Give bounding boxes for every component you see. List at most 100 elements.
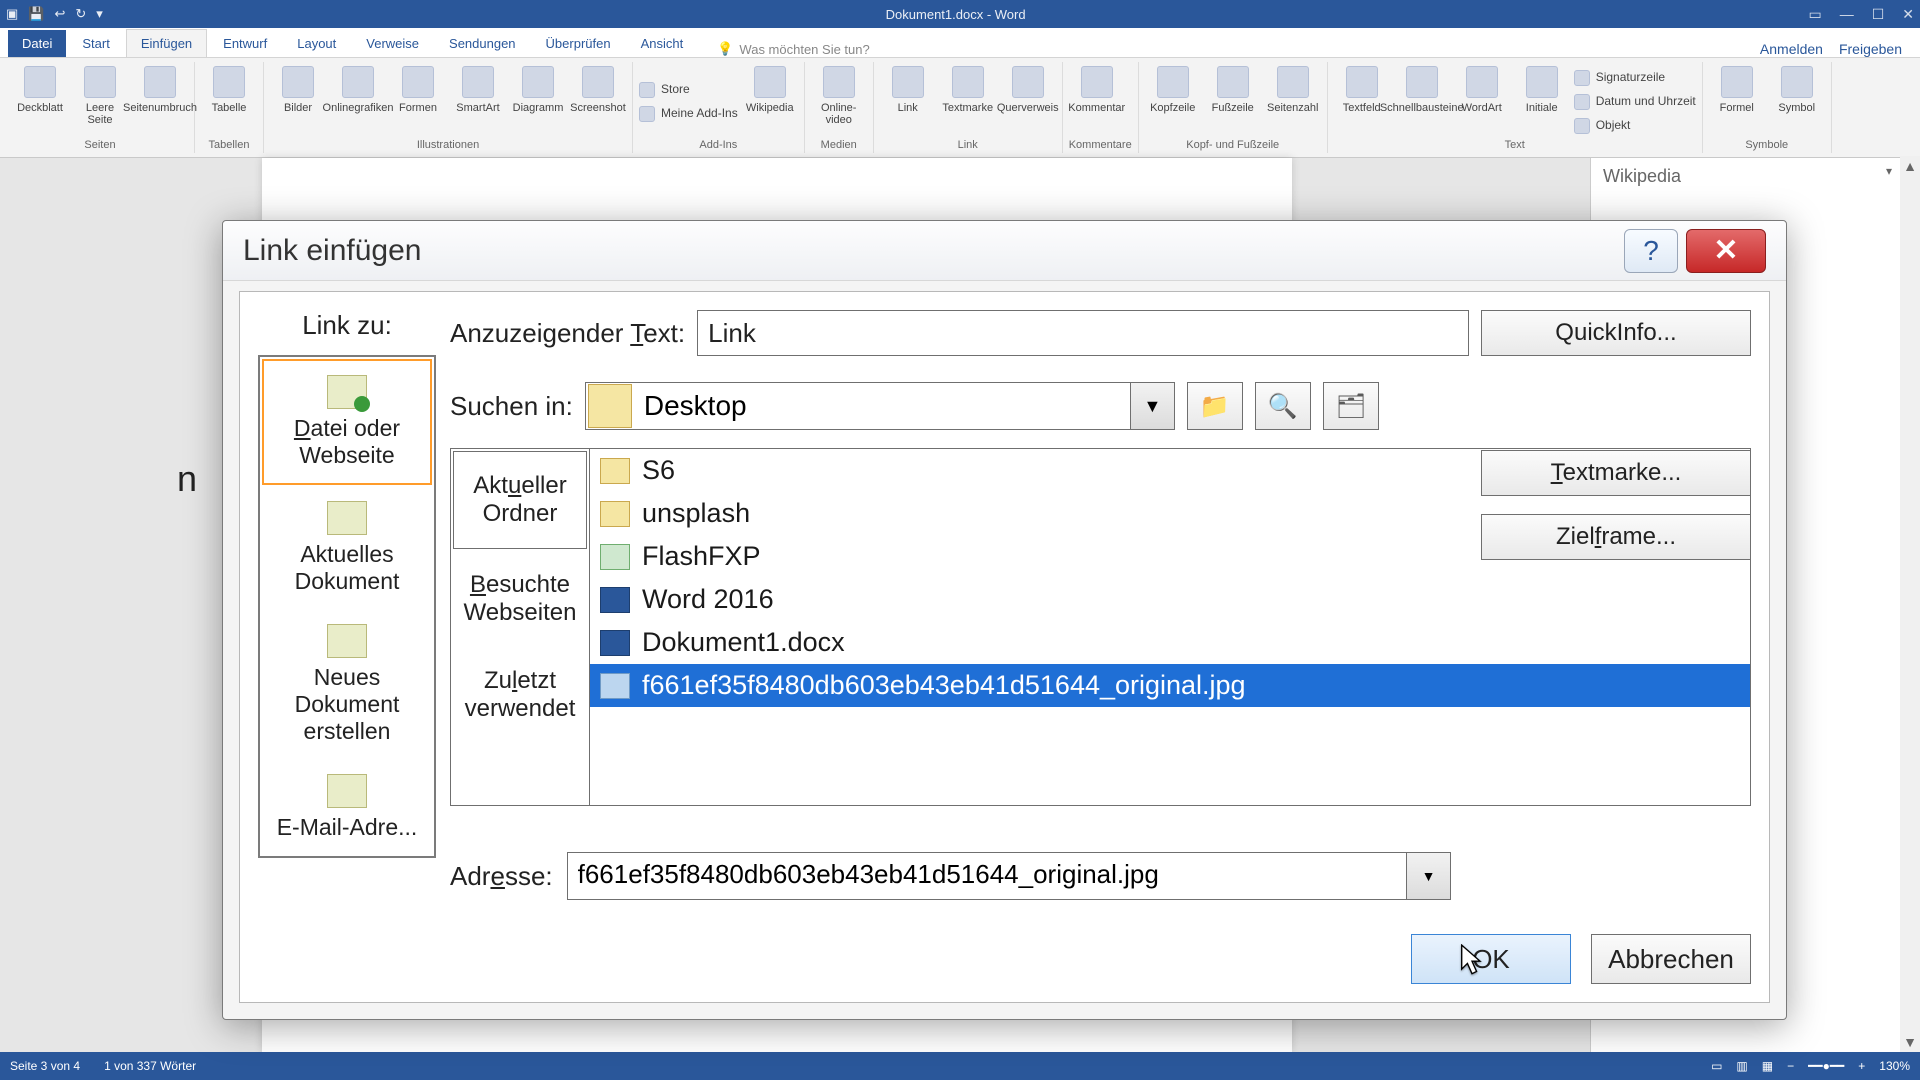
file-item-selected[interactable]: f661ef35f8480db603eb43eb41d51644_origina… [590, 664, 1750, 707]
file-item[interactable]: Dokument1.docx [590, 621, 1750, 664]
dropcap-icon [1526, 66, 1558, 98]
undo-icon[interactable]: ↩ [54, 6, 65, 22]
address-combo[interactable]: f661ef35f8480db603eb43eb41d51644_origina… [567, 852, 1451, 900]
datetime-button[interactable]: Datum und Uhrzeit [1574, 89, 1696, 111]
redo-icon[interactable]: ↻ [75, 6, 86, 22]
cancel-button[interactable]: Abbrechen [1591, 934, 1751, 984]
up-folder-button[interactable]: 📁 [1187, 382, 1243, 430]
view-print-icon[interactable]: ▥ [1736, 1059, 1747, 1073]
header-icon [1157, 66, 1189, 98]
sign-in-link[interactable]: Anmelden [1760, 41, 1823, 57]
browse-file-button[interactable]: 🗂 [1323, 382, 1379, 430]
subtab-browsed-pages[interactable]: Besuchte Webseiten [451, 551, 589, 647]
new-doc-icon [327, 624, 367, 658]
crossref-icon [1012, 66, 1044, 98]
dialog-close-button[interactable]: ✕ [1686, 229, 1766, 273]
share-button[interactable]: Freigeben [1839, 41, 1902, 57]
word-icon: ▣ [6, 6, 18, 22]
subtab-recent-files[interactable]: Zuletzt verwendet [451, 647, 589, 743]
pictures-button[interactable]: Bilder [270, 62, 326, 137]
quickparts-button[interactable]: Schnellbausteine [1394, 62, 1450, 137]
zoom-level[interactable]: 130% [1879, 1059, 1910, 1073]
pane-options-icon[interactable]: ▾ [1886, 164, 1892, 178]
bookmark-button[interactable]: Textmarke [940, 62, 996, 137]
link-button[interactable]: Link [880, 62, 936, 137]
vertical-scrollbar[interactable]: ▲ ▼ [1900, 156, 1920, 1052]
group-addins-label: Add-Ins [639, 137, 798, 153]
page-break-button[interactable]: Seitenumbruch [132, 62, 188, 137]
online-pictures-button[interactable]: Onlinegrafiken [330, 62, 386, 137]
browse-web-button[interactable]: 🔍 [1255, 382, 1311, 430]
save-icon[interactable]: 💾 [28, 6, 44, 22]
tab-review[interactable]: Überprüfen [532, 30, 625, 57]
tab-references[interactable]: Verweise [352, 30, 433, 57]
header-button[interactable]: Kopfzeile [1145, 62, 1201, 137]
symbol-button[interactable]: Symbol [1769, 62, 1825, 137]
wordart-button[interactable]: WordArt [1454, 62, 1510, 137]
tab-design[interactable]: Entwurf [209, 30, 281, 57]
textbox-button[interactable]: Textfeld [1334, 62, 1390, 137]
chevron-down-icon[interactable]: ▼ [1130, 383, 1174, 429]
footer-button[interactable]: Fußzeile [1205, 62, 1261, 137]
file-item[interactable]: Word 2016 [590, 578, 1750, 621]
maximize-icon[interactable]: ☐ [1872, 6, 1885, 23]
pagenum-button[interactable]: Seitenzahl [1265, 62, 1321, 137]
view-readmode-icon[interactable]: ▭ [1711, 1059, 1722, 1073]
chevron-down-icon[interactable]: ▼ [1406, 853, 1450, 899]
dropcap-button[interactable]: Initiale [1514, 62, 1570, 137]
scroll-up-icon[interactable]: ▲ [1900, 156, 1920, 176]
close-window-icon[interactable]: ✕ [1902, 6, 1914, 23]
page-indicator[interactable]: Seite 3 von 4 [10, 1059, 80, 1073]
search-in-combo[interactable]: Desktop ▼ [585, 382, 1175, 430]
bookmark-dialog-button[interactable]: Textmarke... [1481, 450, 1751, 496]
blank-page-button[interactable]: Leere Seite [72, 62, 128, 137]
target-frame-button[interactable]: Zielframe... [1481, 514, 1751, 560]
table-button[interactable]: Tabelle [201, 62, 257, 137]
folder-icon [600, 501, 630, 527]
comment-icon [1081, 66, 1113, 98]
shapes-button[interactable]: Formen [390, 62, 446, 137]
link-to-file-or-web[interactable]: Datei oder Webseite [262, 359, 432, 485]
blankpage-icon [84, 66, 116, 98]
chart-button[interactable]: Diagramm [510, 62, 566, 137]
quickinfo-button[interactable]: QuickInfo... [1481, 310, 1751, 356]
dialog-title-bar[interactable]: Link einfügen ? ✕ [223, 221, 1786, 281]
screenshot-button[interactable]: Screenshot [570, 62, 626, 137]
address-value[interactable]: f661ef35f8480db603eb43eb41d51644_origina… [568, 853, 1406, 899]
dialog-help-button[interactable]: ? [1624, 229, 1678, 273]
smartart-button[interactable]: SmartArt [450, 62, 506, 137]
my-addins-button[interactable]: Meine Add-Ins [639, 101, 738, 123]
tab-layout[interactable]: Layout [283, 30, 350, 57]
tab-file[interactable]: Datei [8, 30, 66, 57]
equation-button[interactable]: Formel [1709, 62, 1765, 137]
minimize-icon[interactable]: — [1840, 6, 1854, 23]
tell-me-search[interactable]: 💡 Was möchten Sie tun? [717, 41, 870, 57]
zoom-out-icon[interactable]: − [1787, 1059, 1794, 1073]
link-to-current-doc[interactable]: Aktuelles Dokument [260, 487, 434, 610]
scroll-down-icon[interactable]: ▼ [1900, 1032, 1920, 1052]
ok-button[interactable]: OK [1411, 934, 1571, 984]
crossref-button[interactable]: Querverweis [1000, 62, 1056, 137]
tab-view[interactable]: Ansicht [627, 30, 698, 57]
cover-page-button[interactable]: Deckblatt [12, 62, 68, 137]
subtab-current-folder[interactable]: Aktueller Ordner [453, 451, 587, 549]
view-web-icon[interactable]: ▦ [1762, 1059, 1773, 1073]
tab-insert[interactable]: Einfügen [126, 29, 207, 57]
tab-mailings[interactable]: Sendungen [435, 30, 530, 57]
onlinepics-icon [342, 66, 374, 98]
zoom-in-icon[interactable]: + [1858, 1059, 1865, 1073]
zoom-slider[interactable]: ━━●━━ [1808, 1059, 1844, 1073]
link-to-new-doc[interactable]: Neues Dokument erstellen [260, 610, 434, 760]
ribbon-options-icon[interactable]: ▭ [1808, 6, 1821, 23]
online-video-button[interactable]: Online-video [811, 62, 867, 137]
word-count[interactable]: 1 von 337 Wörter [104, 1059, 196, 1073]
store-button[interactable]: Store [639, 77, 738, 99]
tab-start[interactable]: Start [68, 30, 123, 57]
comment-button[interactable]: Kommentar [1069, 62, 1125, 137]
group-pages-label: Seiten [12, 137, 188, 153]
signature-line-button[interactable]: Signaturzeile [1574, 65, 1696, 87]
wikipedia-button[interactable]: Wikipedia [742, 62, 798, 137]
link-to-email[interactable]: E-Mail-Adre... [260, 760, 434, 856]
object-button[interactable]: Objekt [1574, 113, 1696, 135]
display-text-input[interactable] [697, 310, 1469, 356]
